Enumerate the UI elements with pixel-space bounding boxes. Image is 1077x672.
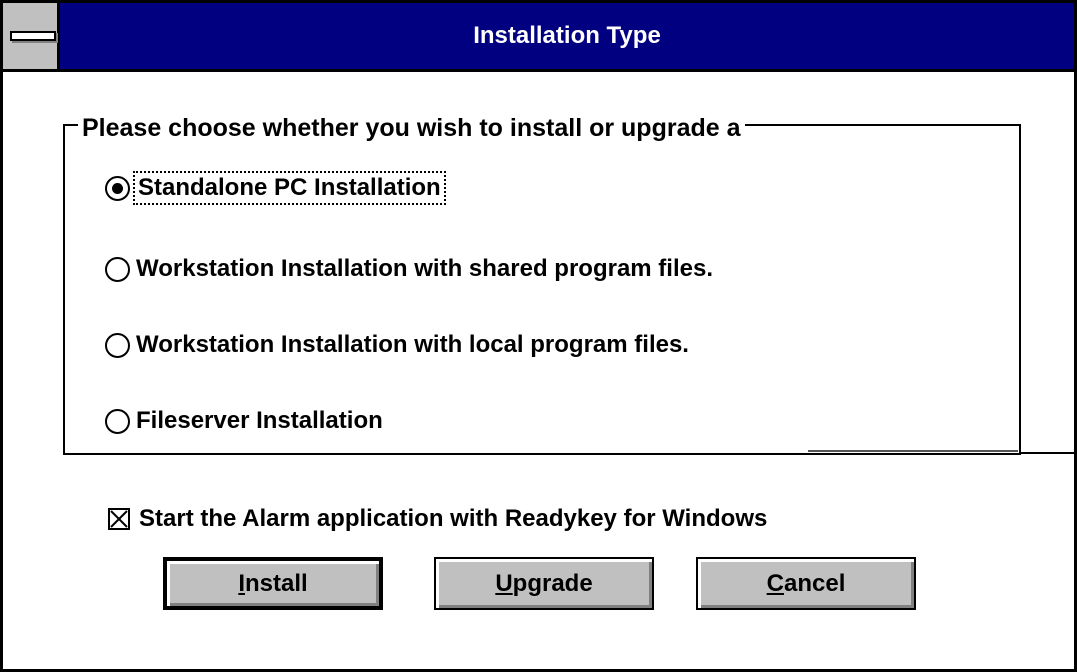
- system-menu-icon: [10, 31, 56, 41]
- install-label: nstall: [244, 569, 308, 597]
- cancel-label: ancel: [783, 569, 846, 597]
- radio-label: Workstation Installation with local prog…: [136, 331, 689, 358]
- window-title: Installation Type: [473, 22, 661, 49]
- title-bar[interactable]: Installation Type: [3, 3, 1074, 72]
- radio-workstation-shared[interactable]: Workstation Installation with shared pro…: [105, 252, 713, 286]
- system-menu-button[interactable]: [3, 3, 60, 69]
- groupbox-legend: Please choose whether you wish to instal…: [78, 114, 745, 142]
- upgrade-mnemonic: U: [495, 569, 513, 597]
- radio-standalone-pc[interactable]: Standalone PC Installation: [105, 171, 446, 205]
- checkbox-x-icon[interactable]: [108, 508, 130, 530]
- upgrade-label: pgrade: [512, 569, 593, 597]
- install-mnemonic: I: [238, 569, 245, 597]
- radio-button-icon[interactable]: [105, 408, 130, 434]
- radio-label: Fileserver Installation: [136, 407, 383, 434]
- radio-fileserver[interactable]: Fileserver Installation: [105, 404, 383, 438]
- install-button[interactable]: Install: [163, 557, 383, 610]
- radio-label: Workstation Installation with shared pro…: [136, 255, 713, 282]
- cancel-button[interactable]: Cancel: [696, 557, 916, 610]
- radio-label: Standalone PC Installation: [133, 171, 446, 205]
- border-artifact-line: [1020, 452, 1077, 454]
- checkbox-label: Start the Alarm application with Readyke…: [139, 505, 768, 532]
- radio-workstation-local[interactable]: Workstation Installation with local prog…: [105, 328, 689, 362]
- border-artifact: [808, 450, 1018, 452]
- radio-button-icon[interactable]: [105, 175, 130, 201]
- radio-button-icon[interactable]: [105, 332, 130, 358]
- upgrade-button[interactable]: Upgrade: [434, 557, 654, 610]
- radio-button-icon[interactable]: [105, 256, 130, 282]
- start-alarm-checkbox-row[interactable]: Start the Alarm application with Readyke…: [108, 502, 767, 536]
- cancel-mnemonic: C: [766, 569, 784, 597]
